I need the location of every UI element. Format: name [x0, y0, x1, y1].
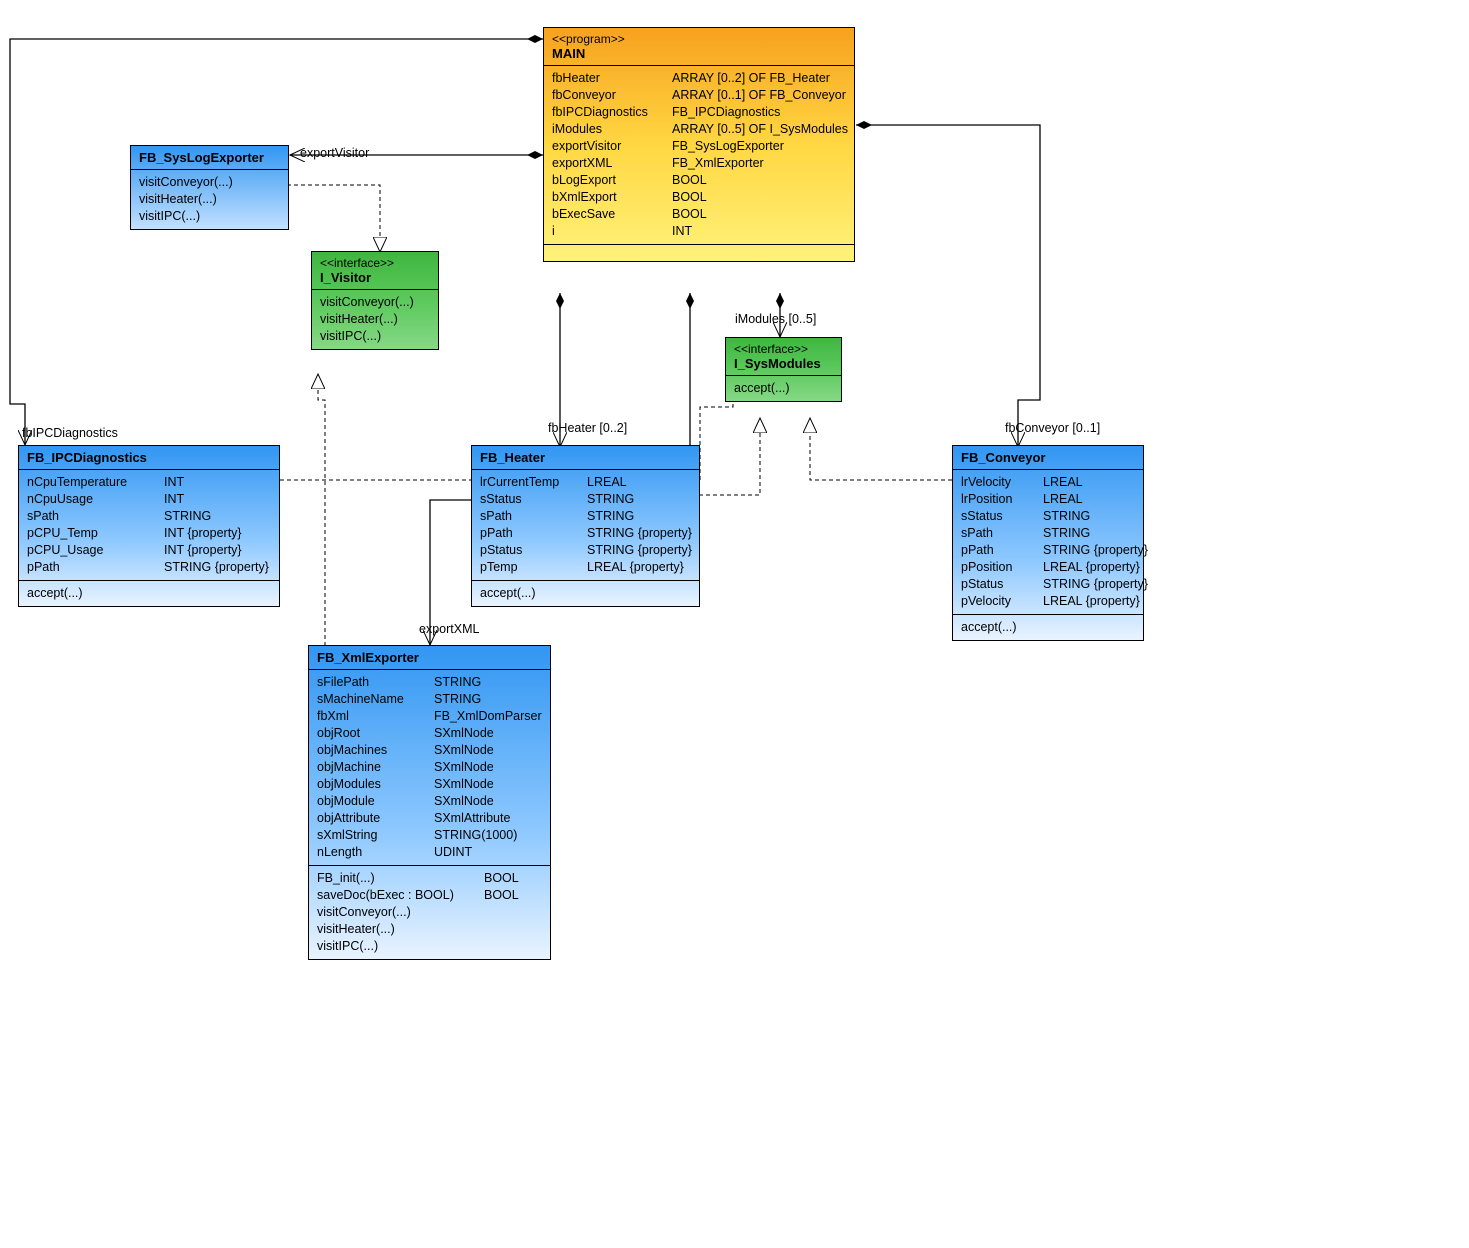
attr-row: pVelocityLREAL {property}	[961, 593, 1135, 610]
attr-row: fbXmlFB_XmlDomParser	[317, 708, 542, 725]
operation: accept(...)	[27, 585, 271, 602]
attr-row: sMachineNameSTRING	[317, 691, 542, 708]
operation: visitConveyor(...)	[139, 174, 280, 191]
class-title: FB_XmlExporter	[317, 650, 542, 665]
attr-row: pPositionLREAL {property}	[961, 559, 1135, 576]
class-heater: FB_Heater lrCurrentTempLREALsStatusSTRIN…	[471, 445, 700, 607]
label-fbconveyor: fbConveyor [0..1]	[1005, 421, 1100, 435]
attr-row: exportVisitorFB_SysLogExporter	[552, 138, 846, 155]
class-title: MAIN	[552, 46, 846, 61]
label-fbipcdiagnostics: fbIPCDiagnostics	[22, 426, 118, 440]
attr-row: sFilePathSTRING	[317, 674, 542, 691]
attr-row: bLogExportBOOL	[552, 172, 846, 189]
attr-row: bExecSaveBOOL	[552, 206, 846, 223]
attr-row: exportXMLFB_XmlExporter	[552, 155, 846, 172]
attr-row: iModulesARRAY [0..5] OF I_SysModules	[552, 121, 846, 138]
operation: FB_init(...)BOOL	[317, 870, 542, 887]
attr-row: lrCurrentTempLREAL	[480, 474, 691, 491]
stereotype: <<interface>>	[320, 256, 430, 270]
operation: saveDoc(bExec : BOOL)BOOL	[317, 887, 542, 904]
attr-row: bXmlExportBOOL	[552, 189, 846, 206]
class-ipcdiagnostics: FB_IPCDiagnostics nCpuTemperatureINTnCpu…	[18, 445, 280, 607]
attr-row: iINT	[552, 223, 846, 240]
attr-row: pPathSTRING {property}	[961, 542, 1135, 559]
class-title: I_Visitor	[320, 270, 430, 285]
attr-row: objModulesSXmlNode	[317, 776, 542, 793]
label-fbheater: fbHeater [0..2]	[548, 421, 627, 435]
operation: visitHeater(...)	[317, 921, 542, 938]
operation: visitIPC(...)	[317, 938, 542, 955]
class-main: <<program>> MAIN fbHeaterARRAY [0..2] OF…	[543, 27, 855, 262]
attr-row: nCpuUsageINT	[27, 491, 271, 508]
attr-row: lrVelocityLREAL	[961, 474, 1135, 491]
operation: visitIPC(...)	[139, 208, 280, 225]
attr-row: pPathSTRING {property}	[27, 559, 271, 576]
attr-row: sPathSTRING	[961, 525, 1135, 542]
class-title: FB_Heater	[480, 450, 691, 465]
attr-row: objAttributeSXmlAttribute	[317, 810, 542, 827]
operation: accept(...)	[480, 585, 691, 602]
attr-row: pTempLREAL {property}	[480, 559, 691, 576]
attr-row: objRootSXmlNode	[317, 725, 542, 742]
operation: visitConveyor(...)	[320, 294, 430, 311]
operation: visitHeater(...)	[320, 311, 430, 328]
attr-row: lrPositionLREAL	[961, 491, 1135, 508]
attr-row: sStatusSTRING	[480, 491, 691, 508]
stereotype: <<program>>	[552, 32, 846, 46]
operation: accept(...)	[961, 619, 1135, 636]
attr-row: pStatusSTRING {property}	[480, 542, 691, 559]
attr-row: fbIPCDiagnosticsFB_IPCDiagnostics	[552, 104, 846, 121]
attr-row: fbHeaterARRAY [0..2] OF FB_Heater	[552, 70, 846, 87]
attr-row: objModuleSXmlNode	[317, 793, 542, 810]
class-title: FB_IPCDiagnostics	[27, 450, 271, 465]
attr-row: sStatusSTRING	[961, 508, 1135, 525]
attr-row: pCPU_UsageINT {property}	[27, 542, 271, 559]
attr-row: sPathSTRING	[27, 508, 271, 525]
operation: visitIPC(...)	[320, 328, 430, 345]
class-conveyor: FB_Conveyor lrVelocityLREALlrPositionLRE…	[952, 445, 1144, 641]
attr-row: nCpuTemperatureINT	[27, 474, 271, 491]
operation: visitHeater(...)	[139, 191, 280, 208]
attr-row: fbConveyorARRAY [0..1] OF FB_Conveyor	[552, 87, 846, 104]
attr-row: sXmlStringSTRING(1000)	[317, 827, 542, 844]
label-imodules: iModules [0..5]	[735, 312, 816, 326]
label-exportxml: exportXML	[419, 622, 479, 636]
attr-row: objMachineSXmlNode	[317, 759, 542, 776]
operation: visitConveyor(...)	[317, 904, 542, 921]
attr-row: nLengthUDINT	[317, 844, 542, 861]
interface-isysmodules: <<interface>> I_SysModules accept(...)	[725, 337, 842, 402]
attr-row: pCPU_TempINT {property}	[27, 525, 271, 542]
attr-row: sPathSTRING	[480, 508, 691, 525]
class-title: I_SysModules	[734, 356, 833, 371]
stereotype: <<interface>>	[734, 342, 833, 356]
class-syslogexporter: FB_SysLogExporter visitConveyor(...)visi…	[130, 145, 289, 230]
interface-ivisitor: <<interface>> I_Visitor visitConveyor(..…	[311, 251, 439, 350]
class-xmlexporter: FB_XmlExporter sFilePathSTRINGsMachineNa…	[308, 645, 551, 960]
label-exportvisitor: exportVisitor	[300, 146, 369, 160]
class-title: FB_Conveyor	[961, 450, 1135, 465]
attr-row: pStatusSTRING {property}	[961, 576, 1135, 593]
class-title: FB_SysLogExporter	[139, 150, 280, 165]
attr-row: objMachinesSXmlNode	[317, 742, 542, 759]
attr-row: pPathSTRING {property}	[480, 525, 691, 542]
operation: accept(...)	[734, 380, 833, 397]
